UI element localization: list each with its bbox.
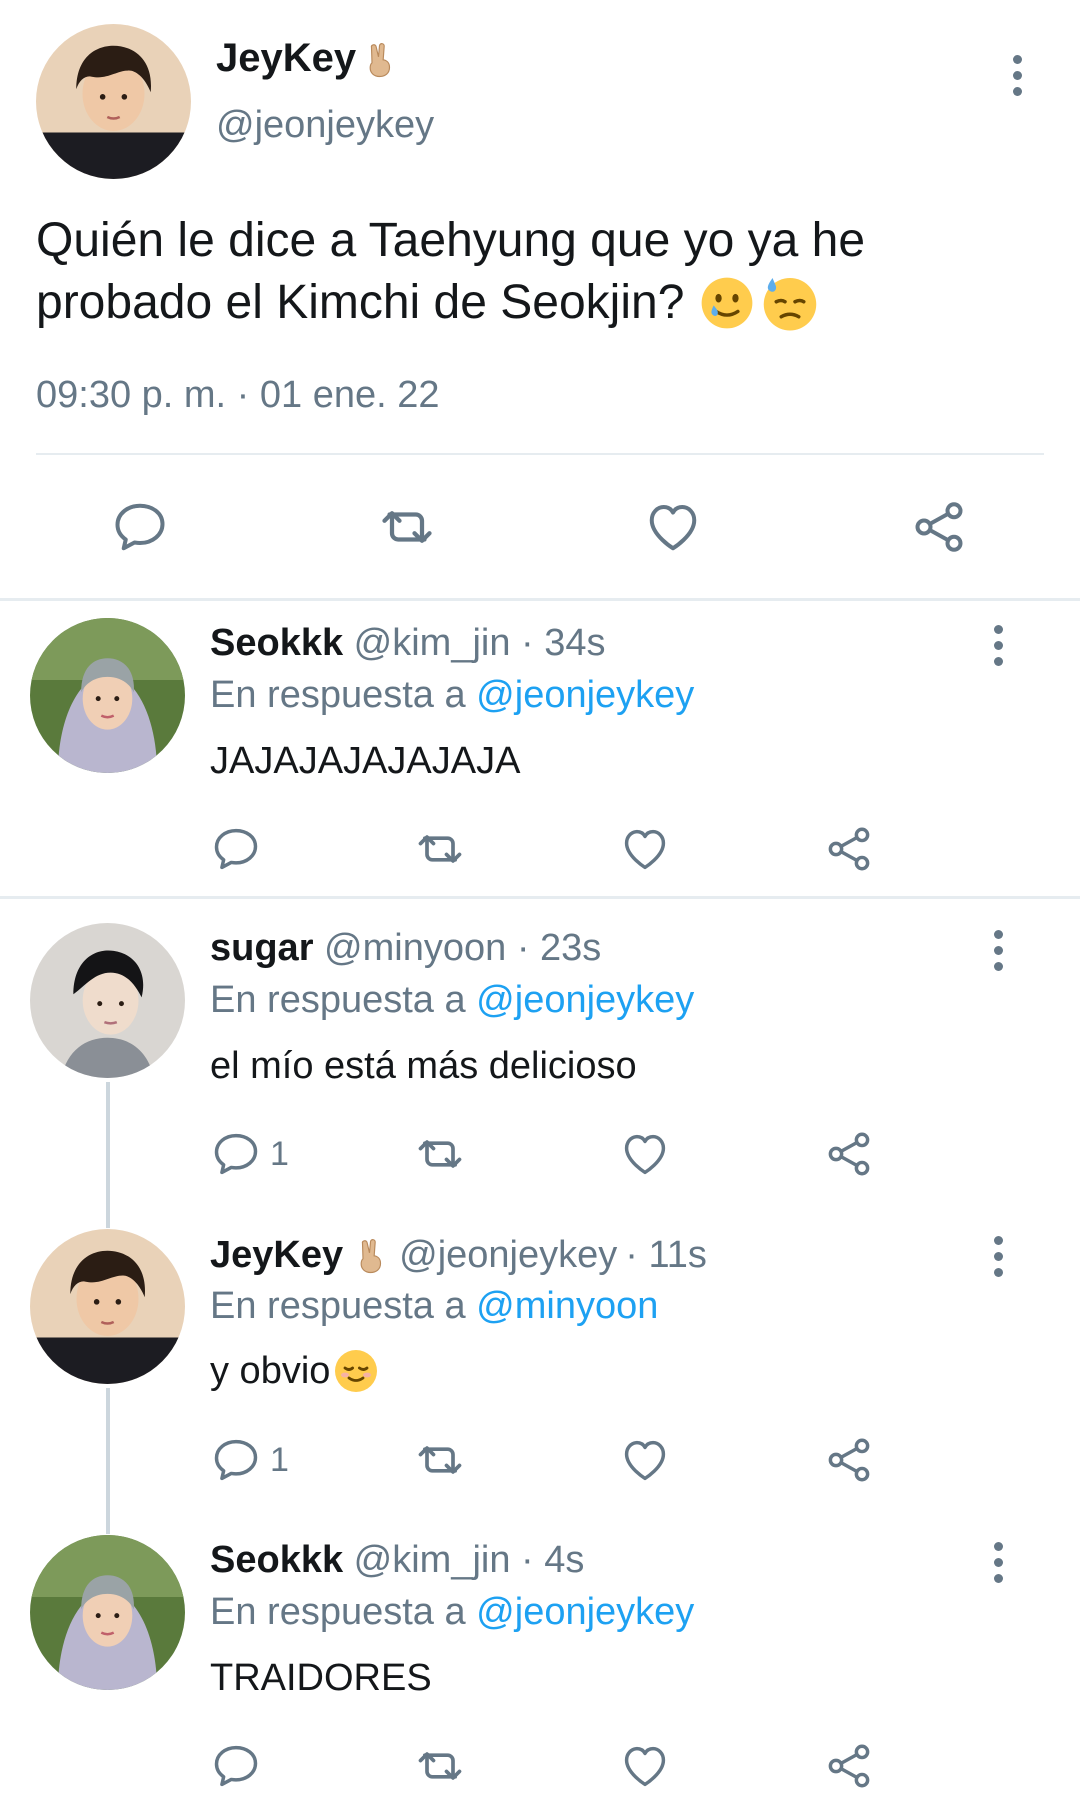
downcast-sweat-emoji [760, 273, 820, 333]
reply-time: · 4s [521, 1539, 585, 1581]
main-divider [36, 453, 1044, 455]
in-reply-label: En respuesta a [210, 979, 466, 1021]
share-icon [908, 497, 970, 557]
reply-author-handle[interactable]: @kim_jin [354, 622, 511, 664]
share-icon [822, 1128, 876, 1180]
retweet-icon [412, 1128, 468, 1180]
heart-icon [618, 1128, 672, 1180]
retweet-button[interactable] [412, 823, 468, 875]
share-icon [822, 1434, 876, 1486]
reply-text: el mío está más delicioso [210, 1045, 637, 1087]
retweet-button[interactable] [412, 1434, 468, 1486]
reply-author-avatar[interactable] [30, 618, 185, 773]
main-like-button[interactable] [642, 497, 704, 557]
reply-more-icon[interactable] [983, 1226, 1013, 1286]
reply-text: y obvio [210, 1349, 331, 1392]
like-button[interactable] [618, 1128, 672, 1180]
main-tweet-text-line2: probado el Kimchi de Seokjin? [36, 276, 685, 329]
like-button[interactable] [618, 823, 672, 875]
heart-icon [618, 823, 672, 875]
peace-hand-emoji [360, 37, 400, 81]
heart-icon [618, 1740, 672, 1792]
in-reply-handle-link[interactable]: @jeonjeykey [476, 1591, 694, 1633]
reply-author-handle[interactable]: @kim_jin [354, 1539, 511, 1581]
main-share-button[interactable] [908, 497, 970, 557]
reply-more-icon[interactable] [983, 615, 1013, 675]
share-button[interactable] [822, 1740, 876, 1792]
in-reply-handle-link[interactable]: @jeonjeykey [476, 674, 694, 716]
retweet-icon [412, 823, 468, 875]
heart-icon [618, 1434, 672, 1486]
reply-button[interactable] [210, 1740, 270, 1792]
reply-tweet[interactable]: JeyKey @jeonjeykey · 11s En respuesta a … [0, 1211, 1080, 1511]
in-reply-label: En respuesta a [210, 1591, 466, 1633]
share-icon [822, 823, 876, 875]
reply-divider [0, 896, 1080, 899]
relieved-face-emoji [332, 1347, 380, 1395]
in-reply-handle-link[interactable]: @minyoon [476, 1285, 658, 1327]
reply-icon [210, 1434, 262, 1486]
main-author-name-row[interactable]: JeyKey [216, 36, 400, 81]
reply-more-icon[interactable] [983, 920, 1013, 980]
reply-author-avatar[interactable] [30, 923, 185, 1078]
main-tweet: JeyKey @jeonjeykey Quién le dice a Taehy… [0, 0, 1080, 600]
main-author-avatar[interactable] [36, 24, 191, 179]
reply-more-icon[interactable] [983, 1532, 1013, 1592]
reply-button[interactable]: 1 [210, 1434, 289, 1486]
reply-count: 1 [270, 1134, 289, 1173]
reply-time: · 34s [521, 622, 606, 664]
share-button[interactable] [822, 823, 876, 875]
reply-author-name[interactable]: Seokkk [210, 622, 343, 664]
reply-author-name[interactable]: sugar [210, 927, 313, 969]
reply-icon [210, 1740, 262, 1792]
reply-author-avatar[interactable] [30, 1535, 185, 1690]
reply-author-handle[interactable]: @minyoon [324, 927, 506, 969]
reply-count: 1 [270, 1440, 289, 1479]
in-reply-handle-link[interactable]: @jeonjeykey [476, 979, 694, 1021]
smiling-tear-emoji [698, 274, 756, 332]
reply-author-name[interactable]: JeyKey [210, 1234, 343, 1277]
main-tweet-text-line1: Quién le dice a Taehyung que yo ya he [36, 214, 866, 267]
retweet-icon [375, 497, 439, 557]
reply-tweet[interactable]: Seokkk @kim_jin · 34s En respuesta a @je… [0, 600, 1080, 896]
reply-author-avatar[interactable] [30, 1229, 185, 1384]
main-tweet-text: Quién le dice a Taehyung que yo ya he pr… [36, 210, 865, 334]
main-retweet-button[interactable] [375, 497, 439, 557]
reply-text: TRAIDORES [210, 1657, 432, 1699]
in-reply-label: En respuesta a [210, 674, 466, 716]
like-button[interactable] [618, 1434, 672, 1486]
retweet-icon [412, 1434, 468, 1486]
share-icon [822, 1740, 876, 1792]
reply-time: · 11s [625, 1233, 707, 1276]
like-button[interactable] [618, 1740, 672, 1792]
main-reply-button[interactable] [110, 497, 170, 557]
retweet-button[interactable] [412, 1128, 468, 1180]
main-author-handle[interactable]: @jeonjeykey [216, 104, 434, 147]
peace-hand-emoji [351, 1233, 391, 1277]
reply-tweet[interactable]: sugar @minyoon · 23s En respuesta a @jeo… [0, 905, 1080, 1205]
retweet-button[interactable] [412, 1740, 468, 1792]
main-more-icon[interactable] [1002, 45, 1032, 105]
heart-icon [642, 497, 704, 557]
reply-author-name[interactable]: Seokkk [210, 1539, 343, 1581]
main-author-name[interactable]: JeyKey [216, 36, 356, 81]
reply-icon [210, 823, 262, 875]
share-button[interactable] [822, 1128, 876, 1180]
share-button[interactable] [822, 1434, 876, 1486]
in-reply-label: En respuesta a [210, 1285, 466, 1327]
reply-time: · 23s [516, 927, 602, 969]
retweet-icon [412, 1740, 468, 1792]
reply-button[interactable]: 1 [210, 1128, 289, 1180]
reply-icon [110, 497, 170, 557]
main-timestamp[interactable]: 09:30 p. m. · 01 ene. 22 [36, 374, 440, 417]
reply-tweet[interactable]: Seokkk @kim_jin · 4s En respuesta a @jeo… [0, 1517, 1080, 1817]
reply-icon [210, 1128, 262, 1180]
reply-button[interactable] [210, 823, 270, 875]
reply-text: JAJAJAJAJAJAJA [210, 740, 521, 782]
reply-author-handle[interactable]: @jeonjeykey [399, 1234, 617, 1277]
